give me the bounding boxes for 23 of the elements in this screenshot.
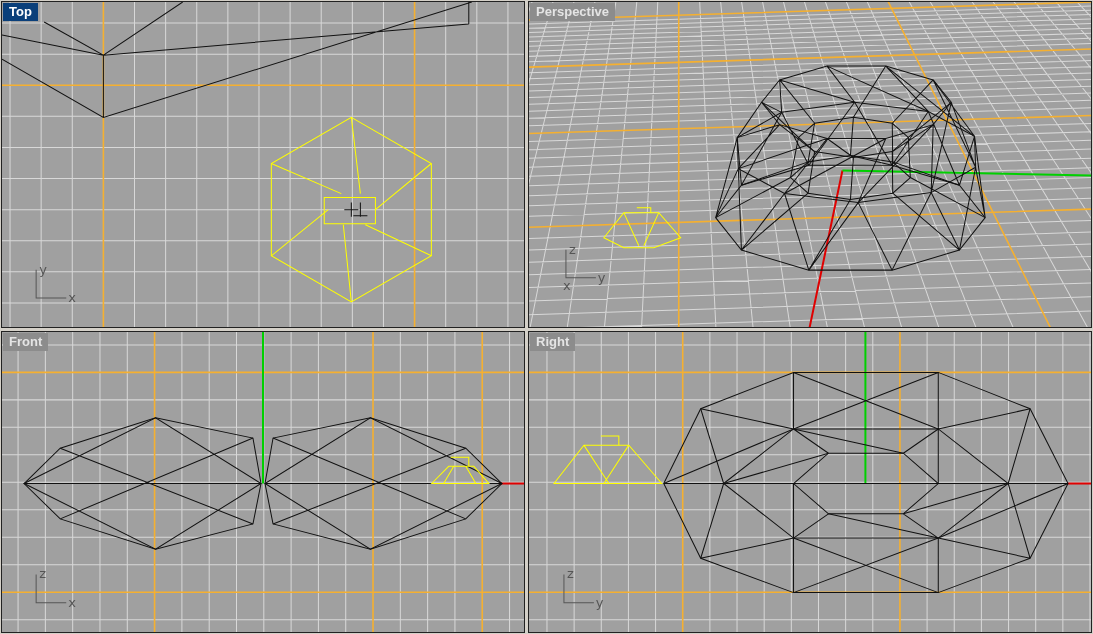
viewport[interactable]: Right z y — [528, 331, 1092, 633]
viewport-title[interactable]: Perspective — [530, 3, 615, 21]
viewport[interactable]: Front z x — [1, 331, 525, 633]
viewport[interactable]: Perspective z x y — [528, 1, 1092, 328]
axis-label: x — [562, 277, 571, 293]
selected-object-drawing — [431, 456, 490, 485]
axis-label: z — [566, 566, 574, 582]
viewport-title[interactable]: Top — [3, 3, 38, 21]
viewport[interactable]: Top y x — [1, 1, 525, 328]
viewport-title[interactable]: Right — [530, 333, 576, 351]
axis-icon — [35, 269, 67, 299]
axis-label: z — [568, 241, 576, 257]
axis-label: z — [39, 566, 46, 582]
axis-label: x — [68, 289, 76, 305]
viewport-title[interactable]: Front — [3, 333, 49, 351]
crosshair-cursor-icon — [343, 202, 368, 218]
axis-icon — [565, 249, 597, 279]
axis-label: y — [39, 261, 47, 277]
axis-label: x — [68, 594, 76, 610]
axis-icon — [35, 573, 67, 604]
axis-label: y — [595, 594, 604, 610]
axis-icon — [563, 573, 595, 604]
axis-label: y — [597, 269, 606, 285]
